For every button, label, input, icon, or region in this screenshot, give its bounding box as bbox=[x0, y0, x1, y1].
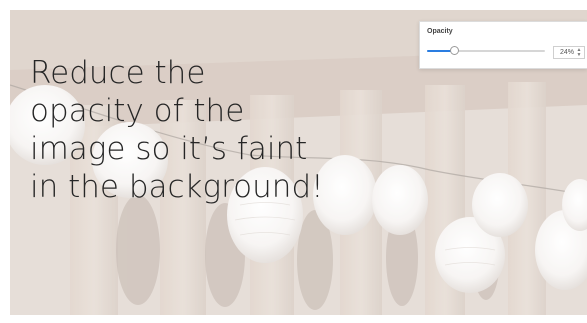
value-stepper[interactable]: ▲ ▼ bbox=[576, 48, 582, 58]
opacity-value-field[interactable]: 24% ▲ ▼ bbox=[553, 46, 585, 59]
caption-line: image so it’s faint bbox=[30, 131, 308, 167]
canvas: Reduce the opacity of the image so it’s … bbox=[0, 0, 587, 323]
caption-line: Reduce the bbox=[30, 55, 206, 91]
opacity-panel: Opacity 24% ▲ ▼ bbox=[419, 21, 587, 69]
opacity-slider[interactable] bbox=[427, 46, 545, 56]
caption-line: in the background! bbox=[30, 169, 324, 205]
opacity-value: 24% bbox=[559, 49, 574, 56]
caption-line: opacity of the bbox=[30, 93, 245, 129]
slider-thumb[interactable] bbox=[450, 46, 460, 55]
chevron-down-icon[interactable]: ▼ bbox=[576, 53, 582, 58]
instruction-caption: Reduce the opacity of the image so it’s … bbox=[30, 54, 350, 206]
opacity-label: Opacity bbox=[427, 28, 453, 35]
